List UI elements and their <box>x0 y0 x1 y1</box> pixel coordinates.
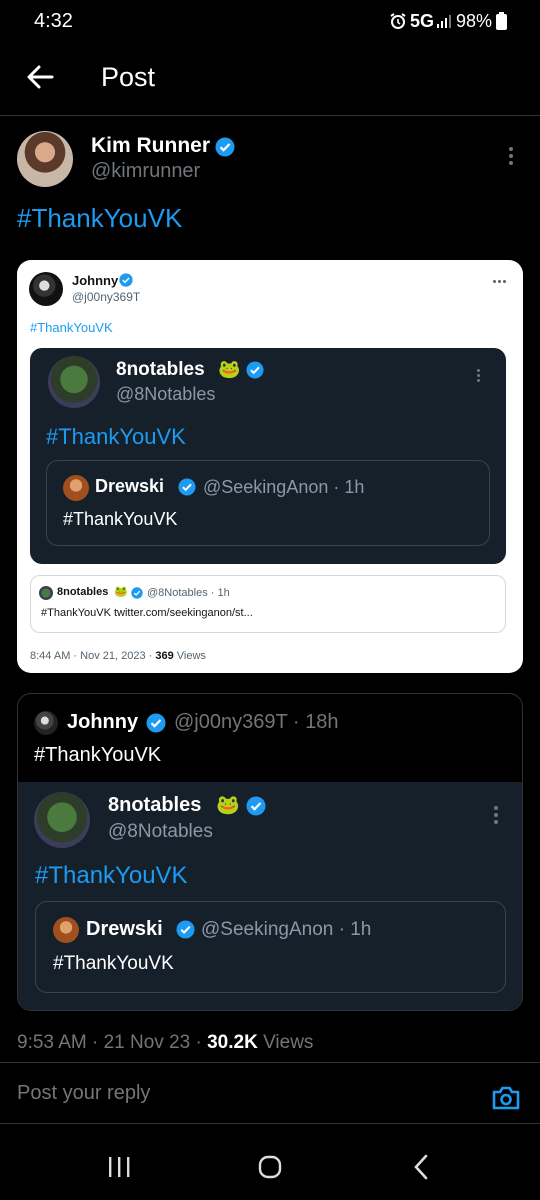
frog-emoji: 🐸 <box>218 359 241 379</box>
quote-author-name: 8notables <box>116 359 205 380</box>
recents-icon[interactable] <box>107 1156 131 1183</box>
status-time: 4:32 <box>34 10 73 32</box>
preview-meta: @8Notables · 1h <box>147 587 230 599</box>
nav-back-icon[interactable] <box>412 1154 430 1185</box>
quoted-author-name: Johnny <box>67 711 139 733</box>
more-icon[interactable] <box>509 147 513 165</box>
signal-icon <box>436 13 452 34</box>
drewski-avatar <box>53 917 79 943</box>
verified-icon <box>146 713 166 738</box>
home-icon[interactable] <box>258 1155 282 1184</box>
inner-author-name: Drewski <box>95 476 165 496</box>
8notables-avatar <box>48 356 100 408</box>
quote-author-handle: @8Notables <box>116 384 216 404</box>
card-link-preview: 8notables 🐸 @8Notables · 1h #ThankYouVK … <box>30 575 506 633</box>
card-time: 8:44 AM · Nov 21, 2023 · <box>30 650 156 662</box>
card-text: #ThankYouVK <box>30 320 113 335</box>
quoted-post[interactable]: Johnny @j00ny369T · 18h #ThankYouVK 8not… <box>17 693 523 1011</box>
verified-icon <box>178 478 196 501</box>
frog-emoji: 🐸 <box>114 586 128 598</box>
qq-inner-text: #ThankYouVK <box>53 953 174 974</box>
quote-text: #ThankYouVK <box>46 424 186 449</box>
inner-quote: Drewski @SeekingAnon · 1h #ThankYouVK <box>46 460 490 546</box>
views-count[interactable]: 30.2K <box>207 1032 258 1053</box>
more-icon <box>494 806 498 824</box>
back-arrow-icon[interactable] <box>26 64 54 95</box>
page-title: Post <box>101 62 156 92</box>
card-quote: 8notables 🐸 @8Notables #ThankYouVK Drews… <box>30 348 506 564</box>
author-avatar[interactable] <box>17 131 73 187</box>
qq-text: #ThankYouVK <box>35 862 188 889</box>
views-label: Views <box>257 1032 314 1053</box>
more-icon <box>477 369 480 382</box>
quoted-text: #ThankYouVK <box>34 744 162 766</box>
drewski-avatar <box>63 475 89 501</box>
camera-icon[interactable] <box>491 1085 521 1116</box>
post-meta: 9:53 AM · 21 Nov 23 · 30.2K Views <box>17 1032 313 1054</box>
card-views-label: Views <box>173 650 206 662</box>
quoted-quote: 8notables 🐸 @8Notables #ThankYouVK Drews… <box>18 782 522 1010</box>
card-author-name: Johnny <box>72 273 119 288</box>
verified-icon <box>246 361 264 384</box>
quoted-meta: @j00ny369T · 18h <box>174 711 339 733</box>
system-nav-bar <box>0 1140 540 1200</box>
qq-inner-meta: @SeekingAnon · 1h <box>201 919 372 940</box>
verified-icon <box>176 920 195 944</box>
attached-image-card[interactable]: Johnny @j00ny369T #ThankYouVK 8notables … <box>17 260 523 673</box>
author-handle[interactable]: @kimrunner <box>91 160 200 183</box>
battery-icon <box>496 12 507 35</box>
post-text[interactable]: #ThankYouVK <box>17 203 182 234</box>
card-timestamp: 8:44 AM · Nov 21, 2023 · 369 Views <box>30 650 206 662</box>
card-views-count: 369 <box>155 650 174 662</box>
8notables-avatar <box>34 792 90 848</box>
verified-icon <box>246 796 266 821</box>
status-bar: 4:32 5G 98% <box>0 0 540 44</box>
alarm-icon <box>389 12 407 35</box>
battery-percent: 98% <box>456 11 493 31</box>
qq-inner-quote: Drewski @SeekingAnon · 1h #ThankYouVK <box>35 901 506 993</box>
header: Post <box>0 44 540 116</box>
reply-bar <box>0 1062 540 1124</box>
qq-inner-author-name: Drewski <box>86 918 163 940</box>
card-author-handle: @j00ny369T <box>72 290 141 304</box>
verified-icon <box>131 586 143 604</box>
verified-icon <box>215 137 235 162</box>
johnny-avatar <box>34 711 58 735</box>
preview-text: #ThankYouVK twitter.com/seekinganon/st..… <box>41 607 253 619</box>
8notables-avatar <box>39 586 53 600</box>
qq-author-handle: @8Notables <box>108 821 213 842</box>
johnny-avatar <box>29 272 63 306</box>
preview-author-name: 8notables <box>57 586 109 598</box>
reply-input[interactable] <box>17 1077 457 1109</box>
more-icon <box>493 280 506 283</box>
author-name[interactable]: Kim Runner <box>91 134 210 158</box>
inner-meta: @SeekingAnon · 1h <box>203 477 365 497</box>
inner-text: #ThankYouVK <box>63 509 178 529</box>
qq-author-name: 8notables <box>108 794 202 816</box>
network-type: 5G <box>410 11 435 31</box>
frog-emoji: 🐸 <box>216 795 240 816</box>
post-time: 9:53 AM · 21 Nov 23 · <box>17 1032 208 1053</box>
